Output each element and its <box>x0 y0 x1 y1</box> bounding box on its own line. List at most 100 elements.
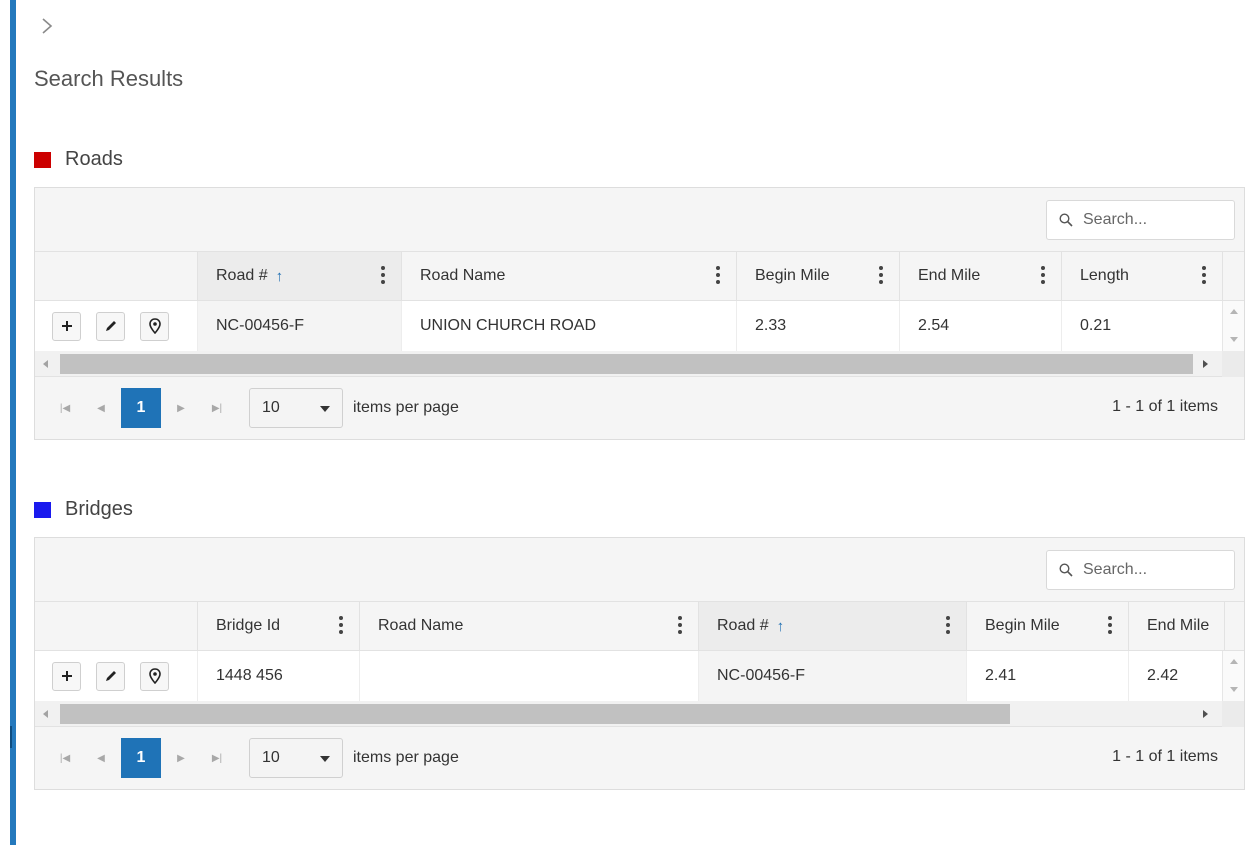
first-page-icon[interactable]: |◀ <box>47 388 83 428</box>
column-label: Bridge Id <box>216 617 281 634</box>
bridges-search-box[interactable] <box>1046 550 1235 590</box>
side-panel-edge <box>10 0 16 845</box>
items-per-page-label: items per page <box>353 399 459 416</box>
panel-resize-handle[interactable] <box>10 726 12 748</box>
column-label: Begin Mile <box>985 617 1060 634</box>
page-size-value: 10 <box>262 399 280 416</box>
roads-column-length[interactable]: Length <box>1061 252 1222 300</box>
scroll-up-arrow-icon[interactable] <box>1230 309 1238 314</box>
locate-on-map-button[interactable] <box>140 661 169 691</box>
chevron-down-icon <box>320 406 330 412</box>
scroll-right-arrow-icon[interactable] <box>1203 710 1208 718</box>
previous-page-icon[interactable]: ◀ <box>83 388 119 428</box>
horizontal-scrollbar[interactable] <box>35 351 1244 377</box>
bridges-column-road-no[interactable]: Road # ↑ <box>698 602 966 650</box>
pager-info: 1 - 1 of 1 items <box>1112 398 1218 415</box>
column-label: Length <box>1080 267 1129 284</box>
bridges-grid: Bridge Id Road Name Road # ↑ Begin Mile … <box>34 537 1245 790</box>
roads-search-input[interactable] <box>1083 211 1213 229</box>
previous-page-icon[interactable]: ◀ <box>83 738 119 778</box>
cell-end-mile: 2.54 <box>899 301 1061 351</box>
column-label: Road Name <box>420 267 506 284</box>
column-menu-icon[interactable] <box>716 266 720 284</box>
search-icon <box>1059 213 1073 227</box>
last-page-icon[interactable]: ▶| <box>199 388 235 428</box>
column-menu-icon[interactable] <box>1108 616 1112 634</box>
scroll-down-arrow-icon[interactable] <box>1230 687 1238 692</box>
first-page-icon[interactable]: |◀ <box>47 738 83 778</box>
roads-search-box[interactable] <box>1046 200 1235 240</box>
cell-road-no: NC-00456-F <box>698 651 966 701</box>
next-page-icon[interactable]: ▶ <box>163 388 199 428</box>
scroll-down-arrow-icon[interactable] <box>1230 337 1238 342</box>
column-menu-icon[interactable] <box>339 616 343 634</box>
scroll-right-arrow-icon[interactable] <box>1203 360 1208 368</box>
roads-column-begin-mile[interactable]: Begin Mile <box>736 252 899 300</box>
expand-button[interactable] <box>52 661 81 691</box>
scrollbar-corner <box>1222 701 1244 727</box>
bridges-section-heading: Bridges <box>34 498 133 521</box>
bridges-column-road-name[interactable]: Road Name <box>359 602 698 650</box>
chevron-down-icon <box>320 756 330 762</box>
vertical-scrollbar[interactable] <box>1222 651 1244 701</box>
roads-pager: |◀ ◀ 1 ▶ ▶| 10 items per page 1 - 1 of 1… <box>35 377 1244 439</box>
roads-legend-swatch <box>34 151 51 168</box>
bridges-heading-label: Bridges <box>65 498 133 520</box>
expand-button[interactable] <box>52 311 81 341</box>
roads-column-end-mile[interactable]: End Mile <box>899 252 1061 300</box>
scrollbar-thumb[interactable] <box>60 354 1193 374</box>
column-menu-icon[interactable] <box>1202 266 1206 284</box>
column-menu-icon[interactable] <box>879 266 883 284</box>
plus-icon <box>61 671 72 681</box>
page-title: Search Results <box>34 66 184 91</box>
edit-button[interactable] <box>96 661 125 691</box>
horizontal-scrollbar[interactable] <box>35 701 1244 727</box>
roads-grid: Road # ↑ Road Name Begin Mile End Mile L… <box>34 187 1245 440</box>
sort-ascending-icon: ↑ <box>776 617 785 635</box>
column-menu-icon[interactable] <box>678 616 682 634</box>
bridges-pager: |◀ ◀ 1 ▶ ▶| 10 items per page 1 - 1 of 1… <box>35 727 1244 789</box>
bridges-column-end-mile[interactable]: End Mile <box>1128 602 1224 650</box>
page-size-value: 10 <box>262 749 280 766</box>
bridges-column-begin-mile[interactable]: Begin Mile <box>966 602 1128 650</box>
cell-road-name: UNION CHURCH ROAD <box>401 301 736 351</box>
vertical-scrollbar[interactable] <box>1222 301 1244 351</box>
cell-road-name <box>359 651 698 701</box>
bridges-search-input[interactable] <box>1083 561 1213 579</box>
column-label: End Mile <box>1147 617 1210 634</box>
chevron-right-icon[interactable] <box>40 16 54 36</box>
cell-begin-mile: 2.41 <box>966 651 1128 701</box>
pencil-icon <box>105 671 116 681</box>
scroll-up-arrow-icon[interactable] <box>1230 659 1238 664</box>
plus-icon <box>61 321 72 331</box>
roads-column-road-name[interactable]: Road Name <box>401 252 736 300</box>
sort-ascending-icon: ↑ <box>275 267 284 285</box>
scroll-left-arrow-icon[interactable] <box>43 710 48 718</box>
bridges-header-row: Bridge Id Road Name Road # ↑ Begin Mile … <box>35 602 1244 651</box>
column-label: Road # <box>216 267 268 284</box>
column-menu-icon[interactable] <box>1041 266 1045 284</box>
row-actions <box>35 651 197 701</box>
column-label: Road # <box>717 617 769 634</box>
locate-on-map-button[interactable] <box>140 311 169 341</box>
page-size-select[interactable]: 10 <box>249 738 343 778</box>
edit-button[interactable] <box>96 311 125 341</box>
column-label: Road Name <box>378 617 464 634</box>
column-menu-icon[interactable] <box>946 616 950 634</box>
scrollbar-thumb[interactable] <box>60 704 1010 724</box>
cell-begin-mile: 2.33 <box>736 301 899 351</box>
roads-toolbar <box>35 188 1244 252</box>
map-pin-icon <box>148 318 161 334</box>
scrollbar-header-spacer <box>1224 602 1244 650</box>
last-page-icon[interactable]: ▶| <box>199 738 235 778</box>
scroll-left-arrow-icon[interactable] <box>43 360 48 368</box>
cell-length: 0.21 <box>1061 301 1222 351</box>
current-page-button[interactable]: 1 <box>121 388 161 428</box>
next-page-icon[interactable]: ▶ <box>163 738 199 778</box>
map-pin-icon <box>148 668 161 684</box>
roads-column-road-no[interactable]: Road # ↑ <box>197 252 401 300</box>
column-menu-icon[interactable] <box>381 266 385 284</box>
page-size-select[interactable]: 10 <box>249 388 343 428</box>
bridges-column-bridge-id[interactable]: Bridge Id <box>197 602 359 650</box>
current-page-button[interactable]: 1 <box>121 738 161 778</box>
